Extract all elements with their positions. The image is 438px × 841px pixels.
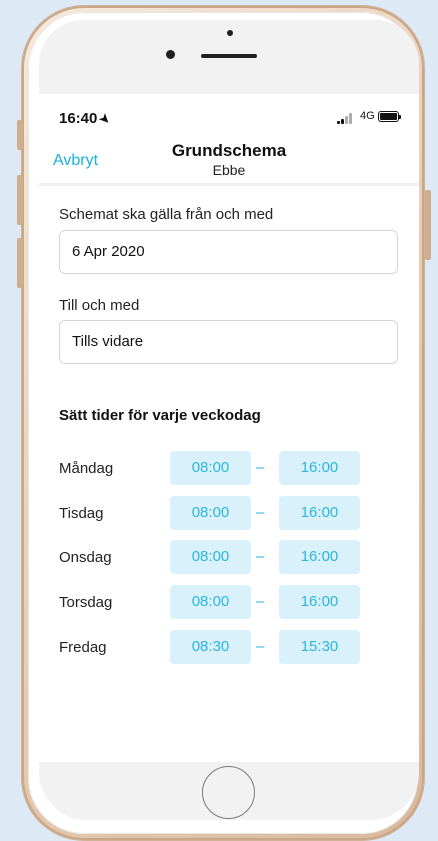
- day-label: Måndag: [59, 460, 114, 477]
- start-time-button[interactable]: 08:00: [170, 585, 251, 619]
- start-time-button[interactable]: 08:00: [170, 496, 251, 530]
- end-date-label: Till och med: [59, 297, 140, 314]
- front-camera: [166, 50, 175, 59]
- volume-down-button: [17, 238, 23, 288]
- navigation-bar: Avbryt Grundschema Ebbe: [39, 138, 419, 186]
- app-screen: 16:40➤ 4G Avbryt Grundschema Ebbe Schema…: [39, 94, 419, 762]
- location-arrow-icon: ➤: [96, 110, 114, 128]
- time-separator: –: [256, 638, 265, 655]
- proximity-sensor: [227, 30, 233, 36]
- schedule-row-monday: Måndag 08:00 – 16:00: [39, 451, 419, 485]
- schedule-row-tuesday: Tisdag 08:00 – 16:00: [39, 496, 419, 530]
- nav-divider: [39, 183, 419, 186]
- schedule-row-wednesday: Onsdag 08:00 – 16:00: [39, 540, 419, 574]
- end-time-button[interactable]: 16:00: [279, 451, 360, 485]
- mute-switch: [17, 120, 23, 150]
- time-separator: –: [256, 459, 265, 476]
- status-time: 16:40➤: [59, 110, 114, 128]
- cellular-signal-icon: [337, 112, 357, 124]
- battery-icon: [378, 111, 401, 122]
- schedule-row-friday: Fredag 08:30 – 15:30: [39, 630, 419, 664]
- end-time-button[interactable]: 16:00: [279, 540, 360, 574]
- earpiece-speaker: [201, 54, 257, 58]
- network-type: 4G: [360, 110, 375, 122]
- start-time-button[interactable]: 08:00: [170, 451, 251, 485]
- start-date-field[interactable]: 6 Apr 2020: [59, 230, 398, 274]
- time-separator: –: [256, 504, 265, 521]
- start-date-label: Schemat ska gälla från och med: [59, 206, 274, 223]
- day-label: Torsdag: [59, 594, 113, 611]
- weekday-section-title: Sätt tider för varje veckodag: [59, 407, 261, 424]
- nav-title: Grundschema: [171, 141, 287, 160]
- schedule-row-thursday: Torsdag 08:00 – 16:00: [39, 585, 419, 619]
- status-time-text: 16:40: [59, 110, 98, 127]
- day-label: Fredag: [59, 639, 107, 656]
- time-separator: –: [256, 593, 265, 610]
- nav-subtitle: Ebbe: [212, 162, 246, 178]
- day-label: Onsdag: [59, 549, 112, 566]
- start-time-button[interactable]: 08:00: [170, 540, 251, 574]
- time-separator: –: [256, 548, 265, 565]
- day-label: Tisdag: [59, 505, 104, 522]
- power-button: [425, 190, 431, 260]
- end-time-button[interactable]: 16:00: [279, 496, 360, 530]
- volume-up-button: [17, 175, 23, 225]
- end-time-button[interactable]: 16:00: [279, 585, 360, 619]
- status-bar: 16:40➤ 4G: [39, 94, 419, 138]
- end-time-button[interactable]: 15:30: [279, 630, 360, 664]
- end-date-field[interactable]: Tills vidare: [59, 320, 398, 364]
- home-button[interactable]: [202, 766, 255, 819]
- start-time-button[interactable]: 08:30: [170, 630, 251, 664]
